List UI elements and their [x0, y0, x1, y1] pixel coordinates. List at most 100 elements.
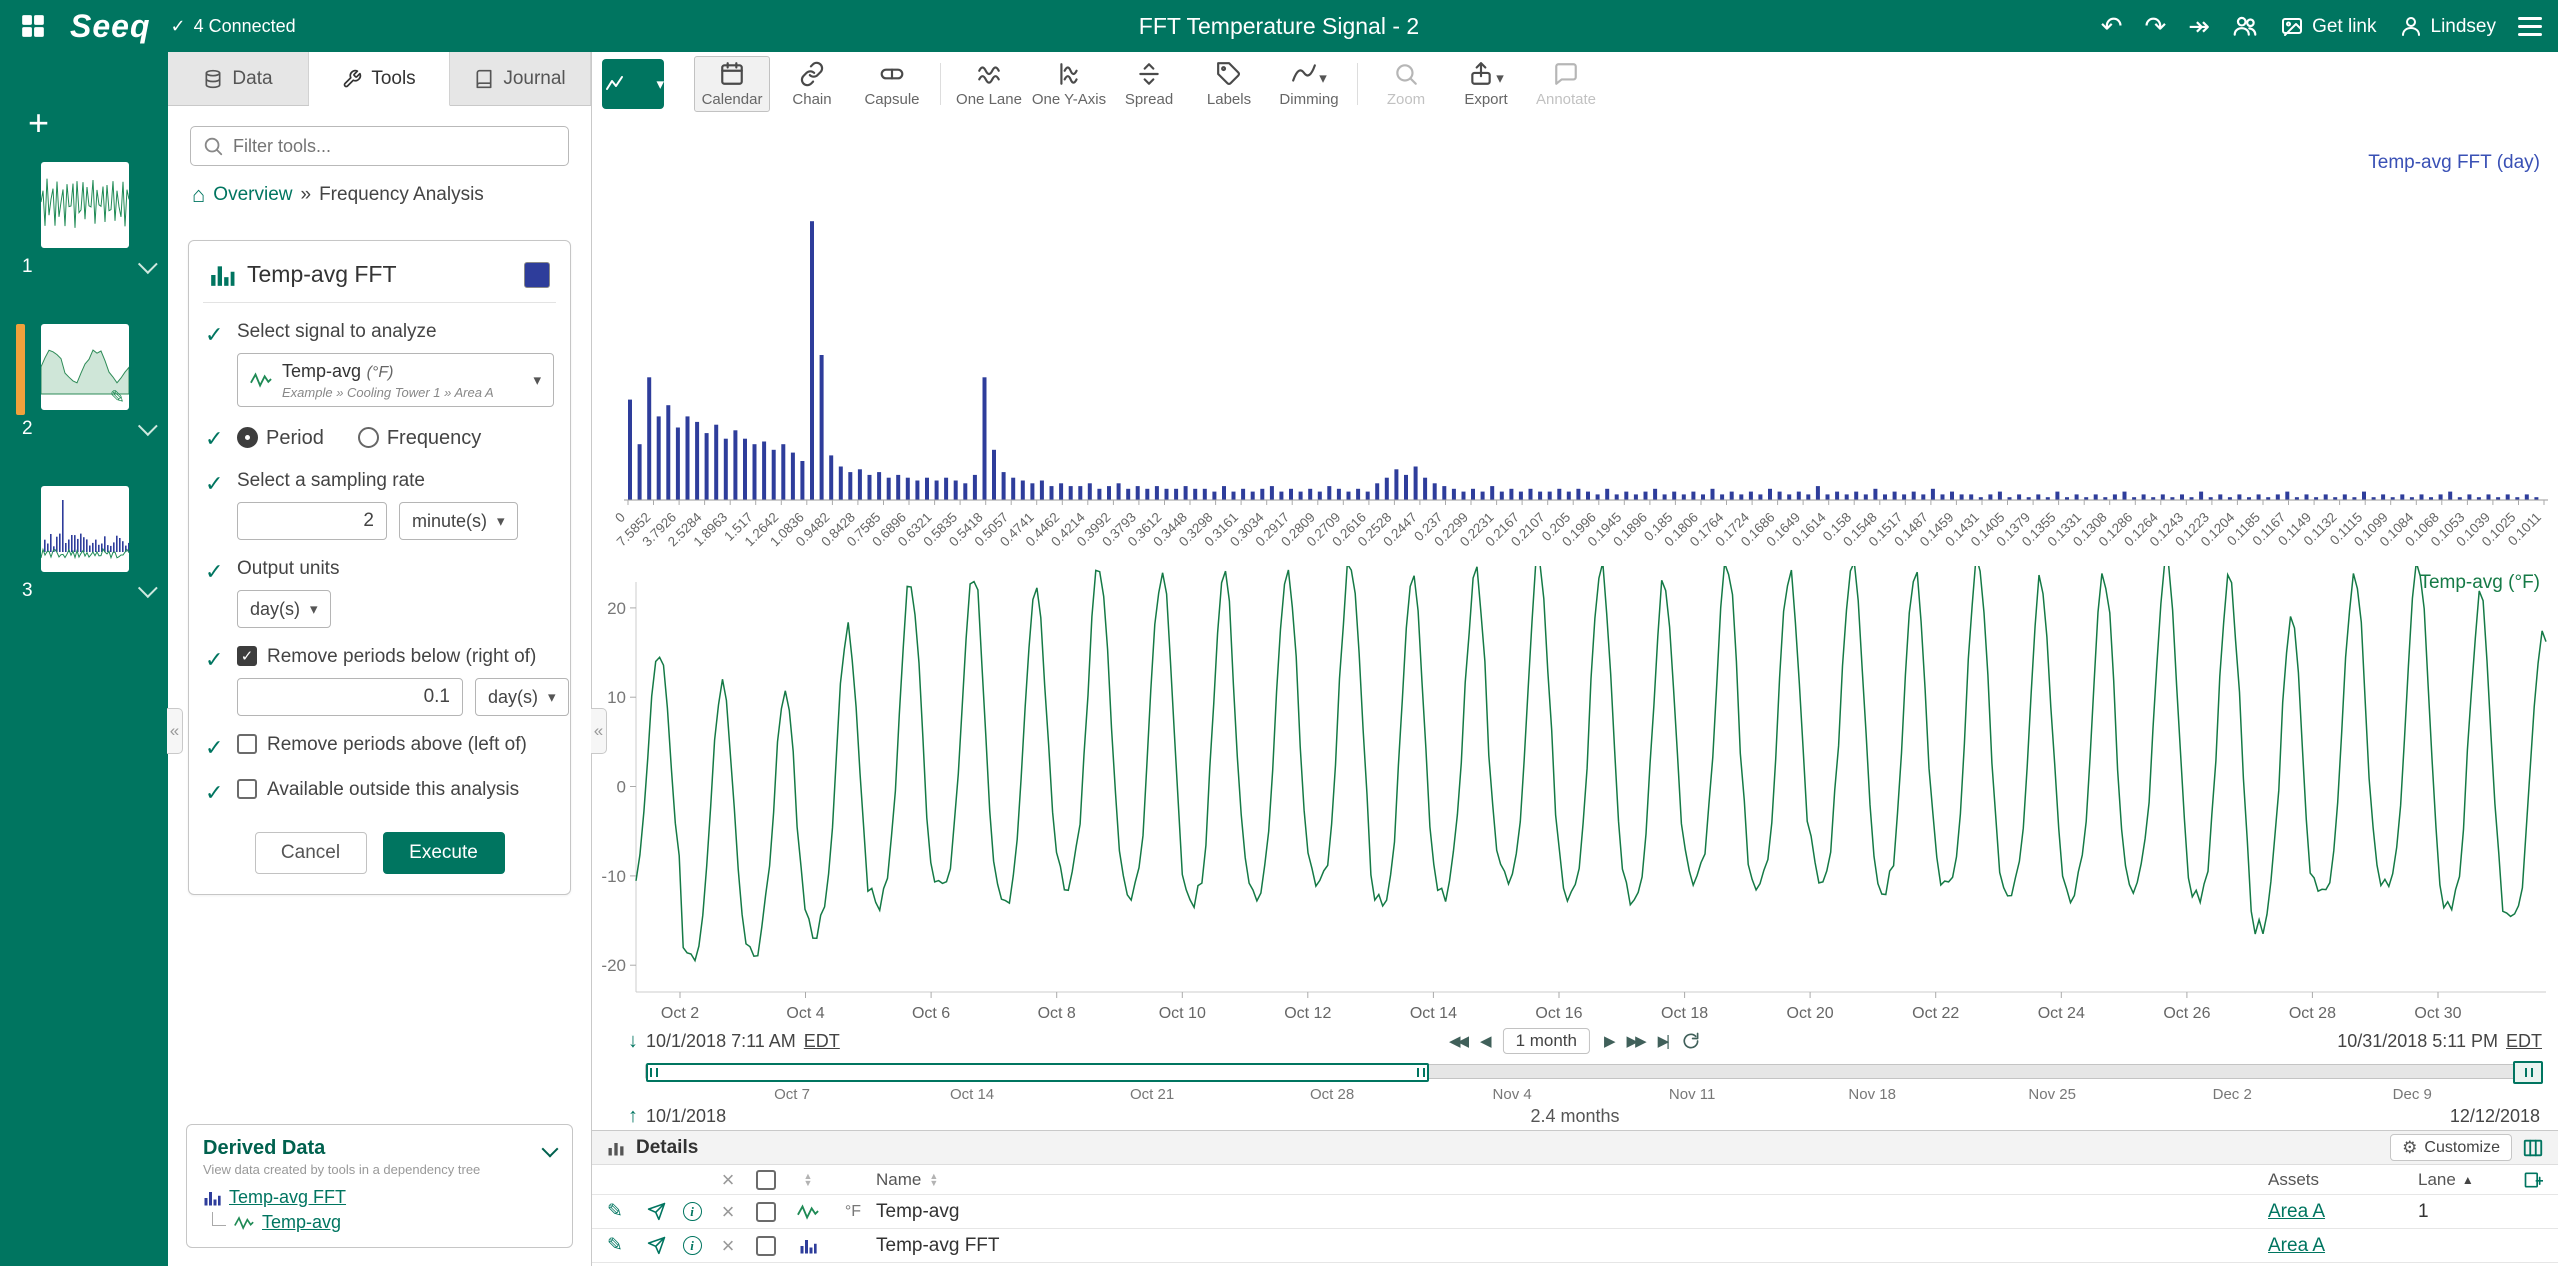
redo-all-icon[interactable]: ↠ [2188, 13, 2210, 39]
range-track[interactable] [645, 1064, 2542, 1079]
derived-item-link[interactable]: Temp-avg FFT [229, 1187, 346, 1208]
remove-below-checkbox[interactable]: ✓ [237, 646, 257, 666]
tab-tools[interactable]: Tools [309, 52, 450, 106]
chevron-down-icon[interactable] [138, 416, 158, 436]
details-row-temp-avg[interactable]: ✎ i × °F Temp-avg Area A 1 [592, 1195, 2558, 1229]
investigate-start-value[interactable]: 10/1/2018 [646, 1106, 726, 1127]
remove-below-unit-select[interactable]: day(s)▾ [475, 678, 569, 716]
info-icon[interactable]: i [683, 1236, 702, 1255]
filter-tools-input[interactable] [190, 126, 569, 166]
remove-below-option[interactable]: ✓ Remove periods below (right of) [237, 646, 554, 668]
display-end-value[interactable]: 10/31/2018 5:11 PM [2337, 1031, 2498, 1052]
collapse-sidebar-handle[interactable]: « [167, 708, 183, 754]
view-selector-button[interactable]: ▾ [602, 59, 664, 109]
get-link-button[interactable]: Get link [2280, 14, 2376, 38]
sampling-unit-select[interactable]: minute(s)▾ [399, 502, 518, 540]
collapse-tools-handle[interactable]: « [591, 708, 607, 754]
sort-name-control[interactable]: ▲▼ [929, 1173, 938, 1187]
chevron-down-icon[interactable] [138, 578, 158, 598]
display-start-value[interactable]: 10/1/2018 7:11 AM [646, 1031, 796, 1052]
remove-item-icon[interactable]: × [710, 1201, 746, 1223]
step-back-half-icon[interactable]: ◀ [1480, 1032, 1489, 1050]
worksheet-thumbnail[interactable]: ✎ [41, 324, 129, 410]
derived-item-link[interactable]: Temp-avg [262, 1212, 341, 1233]
info-icon[interactable]: i [683, 1202, 702, 1221]
available-outside-checkbox[interactable] [237, 779, 257, 799]
tab-journal[interactable]: Journal [450, 52, 591, 105]
customize-button[interactable]: ⚙ Customize [2390, 1134, 2512, 1161]
derived-item-signal[interactable]: Temp-avg [203, 1212, 556, 1233]
details-row-temp-avg-fft[interactable]: ✎ i × Temp-avg FFT Area A [592, 1229, 2558, 1263]
edit-pencil-icon[interactable]: ✎ [592, 1234, 638, 1257]
asset-link[interactable]: Area A [2268, 1235, 2325, 1257]
user-menu-button[interactable]: Lindsey [2399, 14, 2497, 38]
navigate-icon[interactable] [647, 1202, 666, 1221]
redo-icon[interactable]: ↷ [2144, 13, 2166, 39]
selected-range-handle[interactable] [646, 1063, 1429, 1082]
add-column-icon[interactable] [2523, 1170, 2543, 1190]
remove-all-icon[interactable]: × [710, 1169, 746, 1191]
navigate-icon[interactable] [647, 1236, 666, 1255]
select-all-checkbox[interactable] [756, 1170, 776, 1190]
remove-above-option[interactable]: Remove periods above (left of) [237, 734, 554, 756]
dimming-button[interactable]: ▾ Dimming [1271, 56, 1347, 112]
add-worksheet-button[interactable]: + [28, 110, 49, 136]
display-end-timezone-link[interactable]: EDT [2506, 1031, 2542, 1052]
refresh-icon[interactable] [1681, 1031, 1701, 1051]
trend-chart[interactable]: 20100-10-20Oct 2Oct 4Oct 6Oct 8Oct 10Oct… [592, 566, 2558, 1026]
range-grip-left[interactable] [650, 1068, 658, 1077]
worksheet-item-2[interactable]: ✎ 2 [0, 324, 168, 440]
remove-below-input[interactable] [237, 678, 463, 716]
fft-chart[interactable]: 07.58523.79262.52841.89631.5171.26421.08… [592, 116, 2558, 566]
main-menu-button[interactable] [2518, 17, 2542, 36]
undo-icon[interactable]: ↶ [2101, 13, 2123, 39]
breadcrumb-overview-link[interactable]: Overview [213, 184, 292, 206]
worksheet-item-3[interactable]: 3 [0, 486, 168, 602]
duration-step-button[interactable]: 1 month [1503, 1028, 1590, 1054]
investigate-duration[interactable]: 2.4 months [1530, 1106, 1619, 1127]
home-icon[interactable]: ⌂ [192, 182, 205, 208]
range-end-handle[interactable] [2513, 1061, 2543, 1084]
range-grip-right[interactable] [1417, 1068, 1425, 1077]
seeq-logo[interactable]: Seeq [70, 8, 150, 45]
worksheet-thumbnail[interactable] [41, 162, 129, 248]
name-column-header[interactable]: Name▲▼ [876, 1170, 2268, 1190]
sort-type-control[interactable]: ▲▼ [804, 1173, 813, 1187]
edit-pencil-icon[interactable]: ✎ [592, 1200, 638, 1223]
labels-button[interactable]: Labels [1191, 56, 1267, 112]
spread-button[interactable]: Spread [1111, 56, 1187, 112]
step-forward-half-icon[interactable]: ▶ [1604, 1032, 1613, 1050]
item-name[interactable]: Temp-avg FFT [876, 1235, 2268, 1257]
period-radio-option[interactable]: Period [237, 427, 324, 450]
apps-grid-button[interactable] [16, 9, 50, 43]
fft-series-label[interactable]: Temp-avg FFT (day) [2368, 152, 2540, 174]
cancel-button[interactable]: Cancel [255, 832, 367, 874]
step-back-full-icon[interactable]: ◀◀ [1449, 1032, 1466, 1050]
frequency-radio-option[interactable]: Frequency [358, 427, 482, 450]
calendar-button[interactable]: Calendar [694, 56, 770, 112]
remove-item-icon[interactable]: × [710, 1235, 746, 1257]
derived-data-header[interactable]: Derived Data [203, 1137, 556, 1160]
assets-column-header[interactable]: Assets [2268, 1170, 2418, 1190]
worksheet-item-1[interactable]: 1 [0, 162, 168, 278]
execute-button[interactable]: Execute [383, 832, 505, 874]
one-lane-button[interactable]: One Lane [951, 56, 1027, 112]
display-start-timezone-link[interactable]: EDT [804, 1031, 840, 1052]
available-outside-option[interactable]: Available outside this analysis [237, 779, 554, 801]
sampling-rate-input[interactable] [237, 502, 387, 540]
derived-item-fft[interactable]: Temp-avg FFT [203, 1187, 556, 1208]
step-to-end-icon[interactable]: ▶| [1658, 1032, 1667, 1050]
display-start-arrow-icon[interactable]: ↓ [628, 1030, 638, 1053]
users-button[interactable] [2232, 13, 2258, 39]
signal-select[interactable]: Temp-avg (°F) Example » Cooling Tower 1 … [237, 353, 554, 407]
one-y-axis-button[interactable]: One Y-Axis [1031, 56, 1107, 112]
item-name[interactable]: Temp-avg [876, 1201, 2268, 1223]
color-swatch[interactable] [524, 262, 550, 288]
lane-column-header[interactable]: Lane▲ [2418, 1170, 2508, 1190]
chain-button[interactable]: Chain [774, 56, 850, 112]
output-unit-select[interactable]: day(s)▾ [237, 590, 331, 628]
table-columns-icon[interactable] [2522, 1137, 2544, 1159]
remove-above-checkbox[interactable] [237, 734, 257, 754]
investigate-end-value[interactable]: 12/12/2018 [2450, 1106, 2540, 1127]
export-button[interactable]: ▾ Export [1448, 56, 1524, 112]
